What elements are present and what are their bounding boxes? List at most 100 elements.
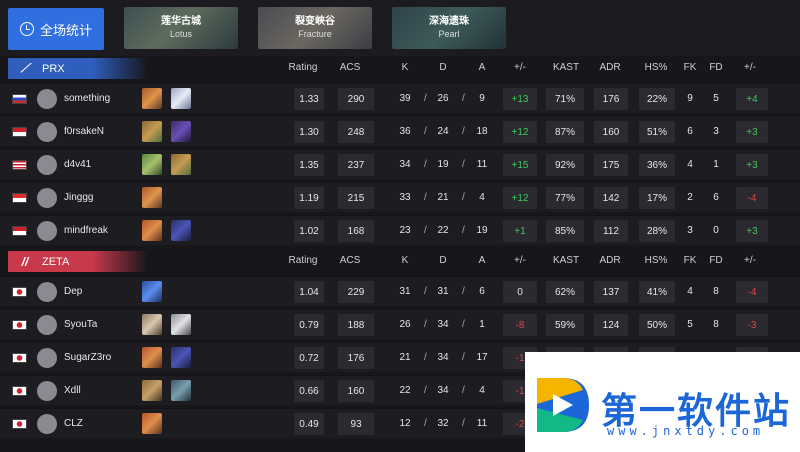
- player-name[interactable]: Xdll: [64, 385, 81, 396]
- team-name: ZETA: [42, 255, 70, 268]
- player-name[interactable]: something: [64, 93, 110, 104]
- singapore-flag-icon: [12, 193, 27, 203]
- stat-acs: 248: [338, 121, 374, 143]
- player-avatar: [37, 282, 57, 302]
- player-row[interactable]: f0rsakeN 1.30 248 36 24 18 +12 87% 160 51% 6 3 +3 / /: [0, 116, 800, 146]
- column-header-a[interactable]: A: [479, 255, 486, 266]
- player-name[interactable]: SugarZ3ro: [64, 352, 111, 363]
- gekko-agent-icon: [171, 154, 191, 175]
- stat-hs: 41%: [639, 281, 675, 303]
- player-row[interactable]: something 1.33 290 39 26 9 +13 71% 176 22% 9 5 +4 / /: [0, 83, 800, 113]
- indonesia-flag-icon: [12, 127, 27, 137]
- column-header-fd[interactable]: FD: [709, 255, 722, 266]
- stat-acs: 215: [338, 187, 374, 209]
- player-name[interactable]: SyouTa: [64, 319, 97, 330]
- stat-adr: 124: [594, 314, 628, 336]
- player-name[interactable]: Jinggg: [64, 192, 93, 203]
- stat-fpm: +3: [736, 121, 768, 143]
- map-name-en: Lotus: [169, 29, 193, 39]
- player-name[interactable]: CLZ: [64, 418, 83, 429]
- column-header-kast[interactable]: KAST: [553, 62, 579, 73]
- stat-a: 1: [479, 319, 485, 330]
- japan-flag-icon: [12, 320, 27, 330]
- column-header-adr[interactable]: ADR: [599, 62, 620, 73]
- player-row[interactable]: Jinggg 1.19 215 33 21 4 +12 77% 142 17% 2 6 -4 / /: [0, 182, 800, 212]
- column-header-hs[interactable]: HS%: [645, 62, 668, 73]
- column-header-pm[interactable]: +/-: [514, 62, 526, 73]
- kda-separator: /: [462, 418, 465, 429]
- overall-stats-button[interactable]: 全场统计: [8, 8, 104, 50]
- stat-pm: -8: [503, 314, 537, 336]
- player-avatar: [37, 381, 57, 401]
- stat-fpm: -4: [736, 187, 768, 209]
- column-header-fd[interactable]: FD: [709, 62, 722, 73]
- column-header-pm[interactable]: +/-: [514, 255, 526, 266]
- stat-acs: 168: [338, 220, 374, 242]
- player-name[interactable]: Dep: [64, 286, 82, 297]
- raze-agent-icon: [142, 88, 162, 109]
- stat-fd: 8: [713, 286, 719, 297]
- map-tab-fracture[interactable]: 裂变峡谷 Fracture: [258, 7, 372, 49]
- stat-fpm: +4: [736, 88, 768, 110]
- neon-agent-icon: [142, 281, 162, 302]
- stat-k: 36: [399, 126, 411, 137]
- column-header-fpm[interactable]: +/-: [744, 255, 756, 266]
- column-header-hs[interactable]: HS%: [645, 255, 668, 266]
- site-logo-icon: [537, 378, 589, 432]
- player-row[interactable]: d4v41 1.35 237 34 19 11 +15 92% 175 36% 4 1 +3 / /: [0, 149, 800, 179]
- map-name-cn: 莲华古城: [161, 16, 201, 27]
- stat-acs: 160: [338, 380, 374, 402]
- kda-separator: /: [424, 225, 427, 236]
- kda-separator: /: [462, 192, 465, 203]
- kda-separator: /: [462, 93, 465, 104]
- column-header-k[interactable]: K: [402, 62, 409, 73]
- column-header-d[interactable]: D: [439, 62, 446, 73]
- player-row[interactable]: mindfreak 1.02 168 23 22 19 +1 85% 112 28% 3 0 +3 / /: [0, 215, 800, 245]
- player-avatar: [37, 155, 57, 175]
- column-header-fpm[interactable]: +/-: [744, 62, 756, 73]
- player-row[interactable]: SyouTa 0.79 188 26 34 1 -8 59% 124 50% 5 8 -3 / /: [0, 309, 800, 339]
- column-header-kast[interactable]: KAST: [553, 255, 579, 266]
- player-avatar: [37, 122, 57, 142]
- column-header-d[interactable]: D: [439, 255, 446, 266]
- player-avatar: [37, 221, 57, 241]
- map-tab-lotus[interactable]: 莲华古城 Lotus: [124, 7, 238, 49]
- column-header-fk[interactable]: FK: [684, 255, 697, 266]
- column-header-k[interactable]: K: [402, 255, 409, 266]
- reyna-agent-icon: [171, 121, 191, 142]
- kda-separator: /: [424, 352, 427, 363]
- stat-d: 22: [437, 225, 449, 236]
- chamber-agent-icon: [142, 314, 162, 335]
- kda-separator: /: [424, 159, 427, 170]
- player-avatar: [37, 188, 57, 208]
- column-header-rating[interactable]: Rating: [289, 255, 318, 266]
- player-name[interactable]: d4v41: [64, 159, 91, 170]
- team-logo-icon: //: [21, 254, 29, 269]
- player-name[interactable]: mindfreak: [64, 225, 108, 236]
- column-header-rating[interactable]: Rating: [289, 62, 318, 73]
- stat-fd: 8: [713, 319, 719, 330]
- column-header-a[interactable]: A: [479, 62, 486, 73]
- column-header-fk[interactable]: FK: [684, 62, 697, 73]
- stat-pm: 0: [503, 281, 537, 303]
- stat-d: 26: [437, 93, 449, 104]
- column-header-adr[interactable]: ADR: [599, 255, 620, 266]
- stat-a: 11: [476, 418, 488, 429]
- stat-acs: 229: [338, 281, 374, 303]
- stat-adr: 175: [594, 154, 628, 176]
- overall-stats-label: 全场统计: [39, 22, 92, 38]
- russia-flag-icon: [12, 94, 27, 104]
- stat-fd: 1: [713, 159, 719, 170]
- column-header-acs[interactable]: ACS: [340, 255, 361, 266]
- map-tab-pearl[interactable]: 深海遗珠 Pearl: [392, 7, 506, 49]
- stat-k: 12: [399, 418, 411, 429]
- map-name-cn: 裂变峡谷: [295, 16, 335, 27]
- breach-agent-icon: [142, 220, 162, 241]
- stat-fk: 3: [687, 225, 693, 236]
- stat-kast: 59%: [546, 314, 584, 336]
- column-header-acs[interactable]: ACS: [340, 62, 361, 73]
- stat-acs: 93: [338, 413, 374, 435]
- player-row[interactable]: Dep 1.04 229 31 31 6 0 62% 137 41% 4 8 -4 / /: [0, 276, 800, 306]
- stat-acs: 188: [338, 314, 374, 336]
- player-name[interactable]: f0rsakeN: [64, 126, 104, 137]
